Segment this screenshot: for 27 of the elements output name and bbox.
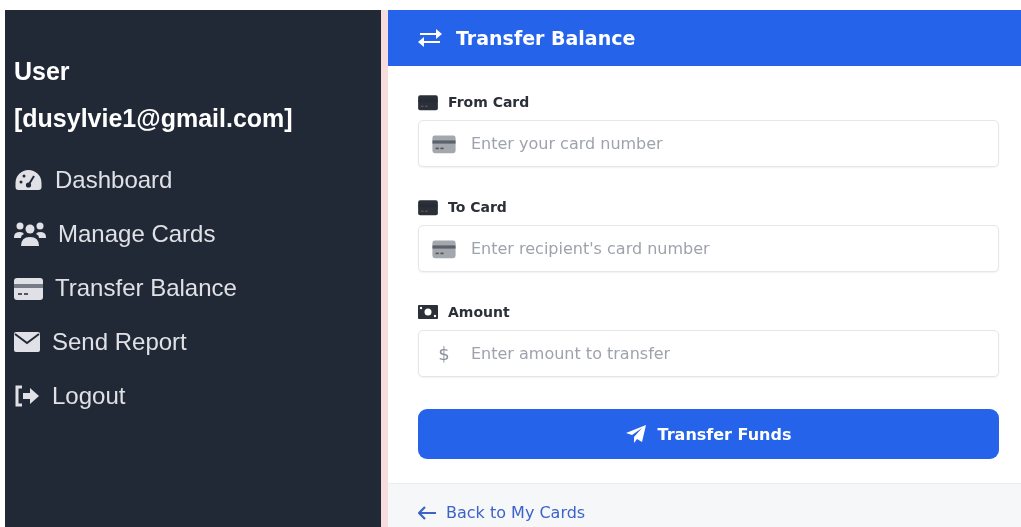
left-arrow-icon [418,505,436,520]
gauge-icon [14,167,43,193]
panel-title: Transfer Balance [456,27,636,49]
field-label: Amount [448,304,510,320]
transfer-funds-button[interactable]: Transfer Funds [418,409,999,459]
user-label: User [14,56,71,87]
back-link[interactable]: Back to My Cards [418,503,586,522]
nav-link[interactable]: Transfer Balance [14,261,381,315]
users-icon [14,220,46,248]
nav-link[interactable]: Send Report [14,315,381,369]
envelope-icon [14,332,40,352]
paper-plane-icon [625,425,646,443]
nav-link[interactable]: Dashboard [14,153,381,207]
logout-icon [14,385,40,407]
user-email: [dusylvie1@gmail.com] [14,103,294,134]
nav-link[interactable]: Logout [14,369,381,423]
money-icon [418,305,438,319]
input-field[interactable]: Enter recipient's card number [418,225,999,272]
credit-card-icon [14,275,43,301]
field-label: To Card [448,199,507,215]
nav-link[interactable]: Manage Cards [14,207,381,261]
dollar-sign: $ [437,342,451,366]
field-label: From Card [448,94,530,110]
credit-card-icon [418,198,438,216]
input-field[interactable]: Enter your card number [418,120,999,167]
swap-arrows-icon [418,28,442,48]
credit-card-icon [418,93,438,111]
